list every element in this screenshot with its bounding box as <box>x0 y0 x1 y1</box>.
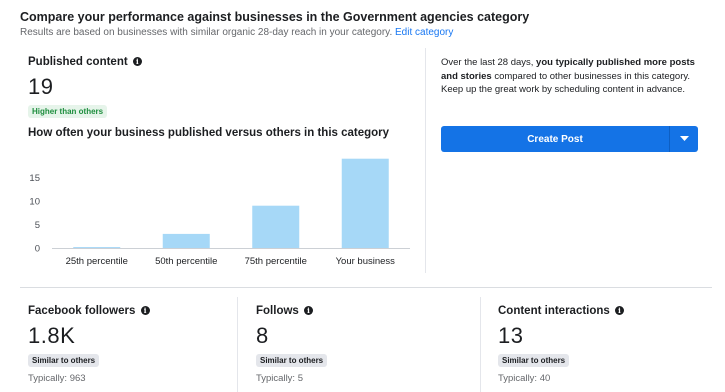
vertical-divider <box>425 48 426 273</box>
stat-heading: Facebook followers i <box>28 305 150 317</box>
x-tick-label: 25th percentile <box>66 256 128 267</box>
stat-value: 8 <box>256 323 269 348</box>
typical-value: Typically: 5 <box>256 373 303 384</box>
chart-bar <box>252 205 300 248</box>
stat-heading: Content interactions i <box>498 305 625 317</box>
typical-value: Typically: 963 <box>28 373 86 384</box>
insight-prefix: Over the last 28 days, <box>441 57 537 68</box>
info-icon[interactable]: i <box>615 306 625 315</box>
y-tick-label: 0 <box>35 244 40 255</box>
stat-divider <box>237 297 238 392</box>
insight-text: Over the last 28 days, you typically pub… <box>441 56 701 97</box>
chart-bar <box>73 247 121 249</box>
x-tick-label: 75th percentile <box>245 256 307 267</box>
stat-card-follows: Follows i 8 Similar to others Typically:… <box>256 305 328 384</box>
edit-category-link[interactable]: Edit category <box>395 27 453 38</box>
stat-label: Facebook followers <box>28 305 136 317</box>
typical-value: Typically: 40 <box>498 373 551 384</box>
x-tick-label: 50th percentile <box>155 256 217 267</box>
stat-card-facebook-followers: Facebook followers i 1.8K Similar to oth… <box>28 305 150 384</box>
info-icon[interactable]: i <box>140 306 150 315</box>
published-content-card: Published content i 19 Higher than other… <box>28 56 423 119</box>
similar-badge: Similar to others <box>498 354 570 367</box>
stat-value: 1.8K <box>28 323 76 348</box>
caret-down-icon[interactable] <box>670 126 698 152</box>
stat-divider <box>480 297 481 392</box>
create-post-button[interactable]: Create Post <box>441 126 669 152</box>
stat-label: Follows <box>256 305 299 317</box>
stat-heading: Follows i <box>256 305 327 317</box>
published-content-label: Published content <box>28 56 128 68</box>
info-icon[interactable]: i <box>132 57 142 66</box>
stat-value: 13 <box>498 323 524 348</box>
insight-panel: Over the last 28 days, you typically pub… <box>441 56 701 97</box>
published-content-heading: Published content i <box>28 56 423 68</box>
higher-than-others-badge: Higher than others <box>28 105 108 118</box>
y-tick-label: 15 <box>29 173 40 184</box>
stat-card-content-interactions: Content interactions i 13 Similar to oth… <box>498 305 625 384</box>
published-comparison-chart: 0 5 10 15 25th percentile 50th percentile 75th… <box>29 158 410 267</box>
chart-bar <box>341 158 389 248</box>
create-post-button-group: Create Post <box>441 126 698 152</box>
published-content-value: 19 <box>28 74 54 99</box>
x-tick-label: Your business <box>336 256 396 267</box>
comparison-header: Compare your performance against busines… <box>20 10 529 38</box>
header-title: Compare your performance against busines… <box>20 10 530 24</box>
chart-bar <box>162 233 210 248</box>
chart-title: How often your business published versus… <box>28 127 390 139</box>
stat-label: Content interactions <box>498 305 610 317</box>
header-subtitle: Results are based on businesses with sim… <box>20 27 529 38</box>
y-tick-label: 10 <box>29 197 40 208</box>
y-tick-label: 5 <box>35 220 40 231</box>
similar-badge: Similar to others <box>256 354 328 367</box>
info-icon[interactable]: i <box>304 306 314 315</box>
header-subtitle-text: Results are based on businesses with sim… <box>20 27 393 38</box>
similar-badge: Similar to others <box>28 354 100 367</box>
horizontal-divider <box>20 287 712 288</box>
